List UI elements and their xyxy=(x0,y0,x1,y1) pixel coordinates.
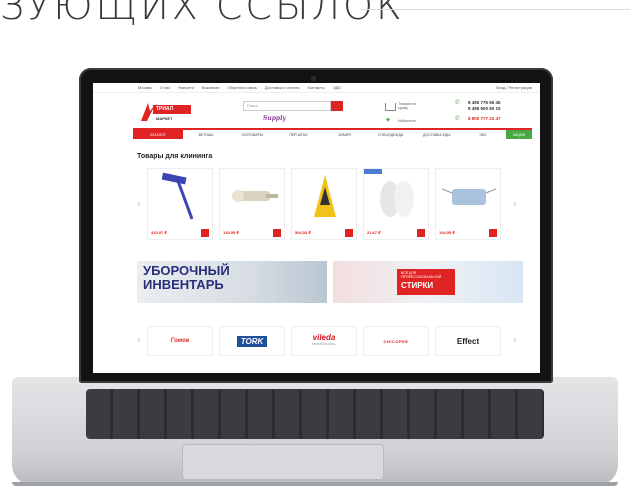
product-price: 194,55 ₽ xyxy=(439,230,455,235)
topbar-link[interactable]: Контакты xyxy=(307,85,324,90)
main-nav: КАТАЛОГ ВЕТОШЬ ХОЗТОВАРЫ ПЕРЧАТКИ ХИМИЯ … xyxy=(133,128,532,139)
face-mask-icon xyxy=(441,188,497,205)
phone-number[interactable]: 8 495 500 60 15 xyxy=(468,106,501,111)
brand-sub: PROFESSIONAL xyxy=(311,343,337,346)
brand-name: Гомое xyxy=(170,338,190,344)
topbar-link[interactable]: Новости xyxy=(178,85,193,90)
add-to-cart-button[interactable] xyxy=(345,229,353,237)
product-badge xyxy=(364,169,382,174)
brand-logo[interactable]: CHICOPEE xyxy=(363,326,429,356)
banner-title: УБОРОЧНЫЙ xyxy=(143,263,230,278)
laptop-keyboard xyxy=(86,389,544,439)
product-card[interactable]: 130,55 ₽ xyxy=(219,168,285,240)
nav-catalog[interactable]: КАТАЛОГ xyxy=(133,130,183,139)
gloves-icon xyxy=(380,181,414,217)
topbar-link[interactable]: Москва xyxy=(138,85,152,90)
site-logo[interactable]: ТРИАЛ МАРКЕТ xyxy=(133,97,198,125)
topbar-link[interactable]: Вакансии xyxy=(202,85,220,90)
heading-divider xyxy=(360,9,630,10)
brand-name: TORK xyxy=(236,335,268,347)
mop-icon xyxy=(161,172,194,220)
brands-prev-icon[interactable]: ‹ xyxy=(137,335,141,346)
banner-subtitle: ВСЁ ДЛЯ ПРОФЕССИОНАЛЬНОЙ xyxy=(401,271,442,279)
carousel-next-icon[interactable]: › xyxy=(513,199,517,210)
page-heading: ЗУЮЩИХ ССЫЛОК xyxy=(0,0,405,28)
cart-label: Товаров на сумму xyxy=(398,102,417,110)
topbar-link[interactable]: О нас xyxy=(160,85,171,90)
laptop-screen: Москва О нас Новости Вакансии Обратная с… xyxy=(93,83,540,373)
topbar-link[interactable]: ЭДО xyxy=(333,85,342,90)
logo-sub: МАРКЕТ xyxy=(156,116,173,121)
laptop-touchpad xyxy=(182,444,384,480)
webcam-icon xyxy=(311,76,316,81)
favorites-label: Избранное xyxy=(398,119,416,123)
product-price: 594,53 ₽ xyxy=(295,230,311,235)
phone-icon: ✆ xyxy=(455,100,461,106)
brand-name: Effect xyxy=(456,336,480,346)
banner-title: СТИРКИ xyxy=(401,281,434,290)
topbar-link[interactable]: Доставка и оплата xyxy=(265,85,300,90)
nav-item[interactable]: ВЕТОШЬ xyxy=(183,133,229,137)
brand-name: vileda xyxy=(312,333,336,342)
product-card[interactable]: 194,55 ₽ xyxy=(435,168,501,240)
section-title: Товары для клининга xyxy=(137,153,213,160)
banner-laundry[interactable]: ВСЁ ДЛЯ ПРОФЕССИОНАЛЬНОЙ СТИРКИ xyxy=(333,261,523,303)
search-button[interactable] xyxy=(331,101,343,111)
brand-logo[interactable]: vileda PROFESSIONAL xyxy=(291,326,357,356)
brand-logo[interactable]: Гомое xyxy=(147,326,213,356)
add-to-cart-button[interactable] xyxy=(201,229,209,237)
product-card[interactable]: 594,53 ₽ xyxy=(291,168,357,240)
phone-icon: ✆ xyxy=(455,116,461,122)
laptop-base-edge xyxy=(12,482,618,486)
site-topbar: Москва О нас Новости Вакансии Обратная с… xyxy=(93,83,540,93)
brand-logo[interactable]: Effect xyxy=(435,326,501,356)
product-price: 130,55 ₽ xyxy=(223,230,239,235)
nav-item[interactable]: ДОСТАВКА ЕДЫ xyxy=(414,133,460,137)
topbar-link[interactable]: Обратная связь xyxy=(227,85,256,90)
add-to-cart-button[interactable] xyxy=(417,229,425,237)
banner-title: ИНВЕНТАРЬ xyxy=(143,277,224,292)
brand-name: CHICOPEE xyxy=(383,338,409,344)
brands-next-icon[interactable]: › xyxy=(513,335,517,346)
phone-number[interactable]: 8 495 775 65 45 xyxy=(468,100,501,105)
supply-logo[interactable]: Supply xyxy=(263,115,286,122)
wet-floor-sign-icon xyxy=(314,175,336,217)
nav-item[interactable]: ЭКО xyxy=(460,133,506,137)
search-input[interactable]: Поиск xyxy=(243,101,331,111)
cart-icon[interactable] xyxy=(385,103,396,111)
nav-item[interactable]: ХИМИЯ xyxy=(321,133,367,137)
brand-logo[interactable]: TORK xyxy=(219,326,285,356)
logo-brand: ТРИАЛ xyxy=(153,105,191,114)
phone-number[interactable]: 8 800 777 22 47 xyxy=(468,116,501,121)
nav-promo[interactable]: АКЦИИ xyxy=(505,130,532,139)
add-to-cart-button[interactable] xyxy=(489,229,497,237)
product-card[interactable]: 410,97 ₽ xyxy=(147,168,213,240)
nav-item[interactable]: ПЕРЧАТКИ xyxy=(275,133,321,137)
nav-item[interactable]: ХОЗТОВАРЫ xyxy=(229,133,275,137)
product-card[interactable]: 21,67 ₽ xyxy=(363,168,429,240)
add-to-cart-button[interactable] xyxy=(273,229,281,237)
login-link[interactable]: Вход / Регистрация xyxy=(496,85,532,90)
heart-icon[interactable]: ♥ xyxy=(386,117,390,124)
banner-cleaning-inventory[interactable]: УБОРОЧНЫЙ ИНВЕНТАРЬ xyxy=(137,261,327,303)
nav-item[interactable]: СПЕЦОДЕЖДА xyxy=(368,133,414,137)
product-price: 21,67 ₽ xyxy=(367,230,381,235)
product-price: 410,97 ₽ xyxy=(151,230,167,235)
carousel-prev-icon[interactable]: ‹ xyxy=(137,199,141,210)
wringer-icon xyxy=(232,190,278,202)
